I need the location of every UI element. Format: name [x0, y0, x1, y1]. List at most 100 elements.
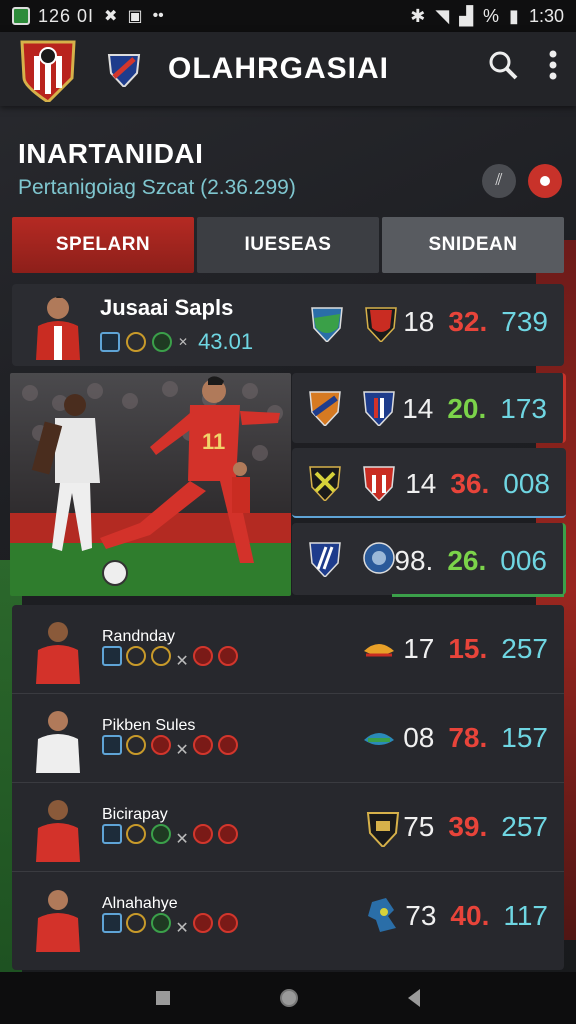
tab-iueseas[interactable]: IUESEAS — [197, 217, 379, 273]
player-avatar — [36, 622, 80, 684]
stat-score: 006 — [500, 545, 547, 576]
stat-rating: 15. — [448, 633, 488, 664]
player-stats: 08 78. 157 — [403, 722, 548, 754]
team-logo-icon — [309, 391, 341, 426]
compare-button[interactable]: ⫽ — [482, 164, 516, 198]
match-stats: 14 36. 008 — [405, 468, 550, 500]
stat-score: 117 — [503, 900, 548, 931]
image-icon: ▣ — [127, 8, 143, 25]
team-logo-icon — [364, 644, 394, 657]
team-logo-icon — [311, 307, 343, 342]
stat-rating: 78. — [448, 722, 488, 753]
app-notification-icon — [12, 7, 30, 25]
team-logo-icon — [364, 733, 394, 745]
more-options-icon[interactable] — [548, 50, 558, 88]
trophy-icon — [126, 734, 147, 755]
player-stats: 17 15. 257 — [403, 633, 548, 665]
card-icon — [217, 913, 238, 933]
stat-rating: 36. — [450, 468, 490, 499]
stat-rating: 39. — [448, 811, 488, 842]
player-name: Randnday — [102, 627, 175, 645]
club-crest-icon[interactable] — [18, 36, 78, 102]
player-value: 43.01 — [198, 329, 254, 354]
recents-button[interactable] — [156, 991, 170, 1005]
stat-score: 008 — [503, 468, 550, 499]
player-name: Jusaai Sapls — [100, 295, 234, 320]
back-button[interactable] — [408, 989, 420, 1007]
card-icon — [217, 823, 238, 844]
match-stats: 14 20. 173 — [402, 393, 547, 425]
trophy-icon — [126, 913, 147, 933]
app-bar: OLAHRGASIAI — [0, 32, 576, 106]
match-photo: 11 — [10, 373, 291, 596]
player-name: Bicirapay — [102, 805, 168, 823]
stat-score: 739 — [501, 306, 548, 337]
stat-matches: 75 — [403, 811, 435, 842]
match-row[interactable]: 14 20. 173 — [292, 373, 566, 443]
trophy-icon — [126, 823, 147, 844]
team-logo-icon — [309, 466, 341, 501]
list-item[interactable]: Bicirapay ✕ 75 39. 257 — [12, 783, 564, 872]
bluetooth-icon: ✱ — [410, 5, 426, 26]
match-row[interactable]: 14 36. 008 — [292, 448, 566, 518]
notification-icon: ✖ — [104, 8, 118, 25]
medal-icon — [150, 823, 171, 844]
team-logo-icon — [368, 898, 396, 932]
opponent-logo-icon — [363, 466, 395, 501]
battery-icon: ▮ — [509, 5, 519, 26]
multiplier-icon: ✕ — [175, 830, 189, 848]
tab-spelarn[interactable]: SPELARN — [12, 217, 194, 273]
match-stats: 98. 26. 006 — [394, 545, 547, 577]
search-icon[interactable] — [488, 50, 518, 88]
stat-rating: 40. — [450, 900, 490, 931]
card-icon — [193, 913, 214, 933]
featured-stats: 18 32. 739 — [403, 306, 548, 338]
signal-icon: ▟ — [459, 5, 474, 26]
player-avatar — [36, 296, 80, 360]
stat-matches: 18 — [403, 306, 435, 337]
nation-flag-icon — [100, 332, 120, 352]
stat-rating: 32. — [448, 306, 488, 337]
list-item[interactable]: Randnday ✕ 17 15. 257 — [12, 605, 564, 694]
league-badge-icon[interactable] — [106, 51, 142, 87]
list-item[interactable]: Alnahahye ✕ 73 40. 117 — [12, 872, 564, 961]
page-title: INARTANIDAI — [18, 138, 204, 169]
record-button[interactable] — [528, 164, 562, 198]
match-row[interactable]: 98. 26. 006 — [292, 523, 566, 595]
multiplier-icon: ✕ — [175, 920, 189, 937]
status-bar: 126 0I ✖ ▣ •• ✱ ◥ ▟ % ▮ 1:30 — [0, 0, 576, 32]
multiplier-icon: ✕ — [175, 741, 189, 759]
card-icon — [217, 734, 238, 755]
player-list: Randnday ✕ 17 15. 257 Pikben Sules ✕ 08 … — [12, 605, 564, 970]
status-time-left: 126 0I — [38, 5, 95, 26]
trophy-icon — [126, 332, 146, 352]
stat-score: 257 — [501, 811, 548, 842]
stat-matches: 73 — [405, 900, 437, 931]
trophy-icon — [126, 645, 147, 666]
page-subtitle: Pertanigoiag Szcat (2.36.299) — [18, 176, 296, 199]
home-button[interactable] — [280, 989, 298, 1007]
opponent-logo-icon — [363, 542, 395, 574]
nation-flag-icon — [102, 823, 122, 844]
opponent-logo-icon — [363, 391, 395, 426]
system-nav-bar — [0, 972, 576, 1024]
battery-percent: % — [483, 5, 500, 26]
multiplier-icon: ✕ — [178, 335, 189, 349]
stat-matches: 98. — [394, 545, 434, 576]
nation-flag-icon — [102, 913, 122, 933]
list-item[interactable]: Pikben Sules ✕ 08 78. 157 — [12, 694, 564, 783]
status-time-right: 1:30 — [528, 5, 564, 26]
nation-flag-icon — [102, 645, 122, 666]
stat-matches: 08 — [403, 722, 435, 753]
card-icon — [217, 645, 238, 666]
tab-bar: SPELARN IUESEAS SNIDEAN — [12, 217, 564, 273]
team-logo-icon — [309, 542, 341, 577]
tab-snidean[interactable]: SNIDEAN — [382, 217, 564, 273]
team-logo-icon — [366, 812, 400, 847]
stat-matches: 14 — [405, 468, 437, 499]
multiplier-icon: ✕ — [175, 652, 189, 670]
featured-player-row[interactable]: Jusaai Sapls ✕ 43.01 18 32. 739 — [12, 284, 564, 366]
more-notifications-icon: •• — [152, 7, 164, 24]
nation-flag-icon — [102, 734, 122, 755]
player-stats: 75 39. 257 — [403, 811, 548, 843]
